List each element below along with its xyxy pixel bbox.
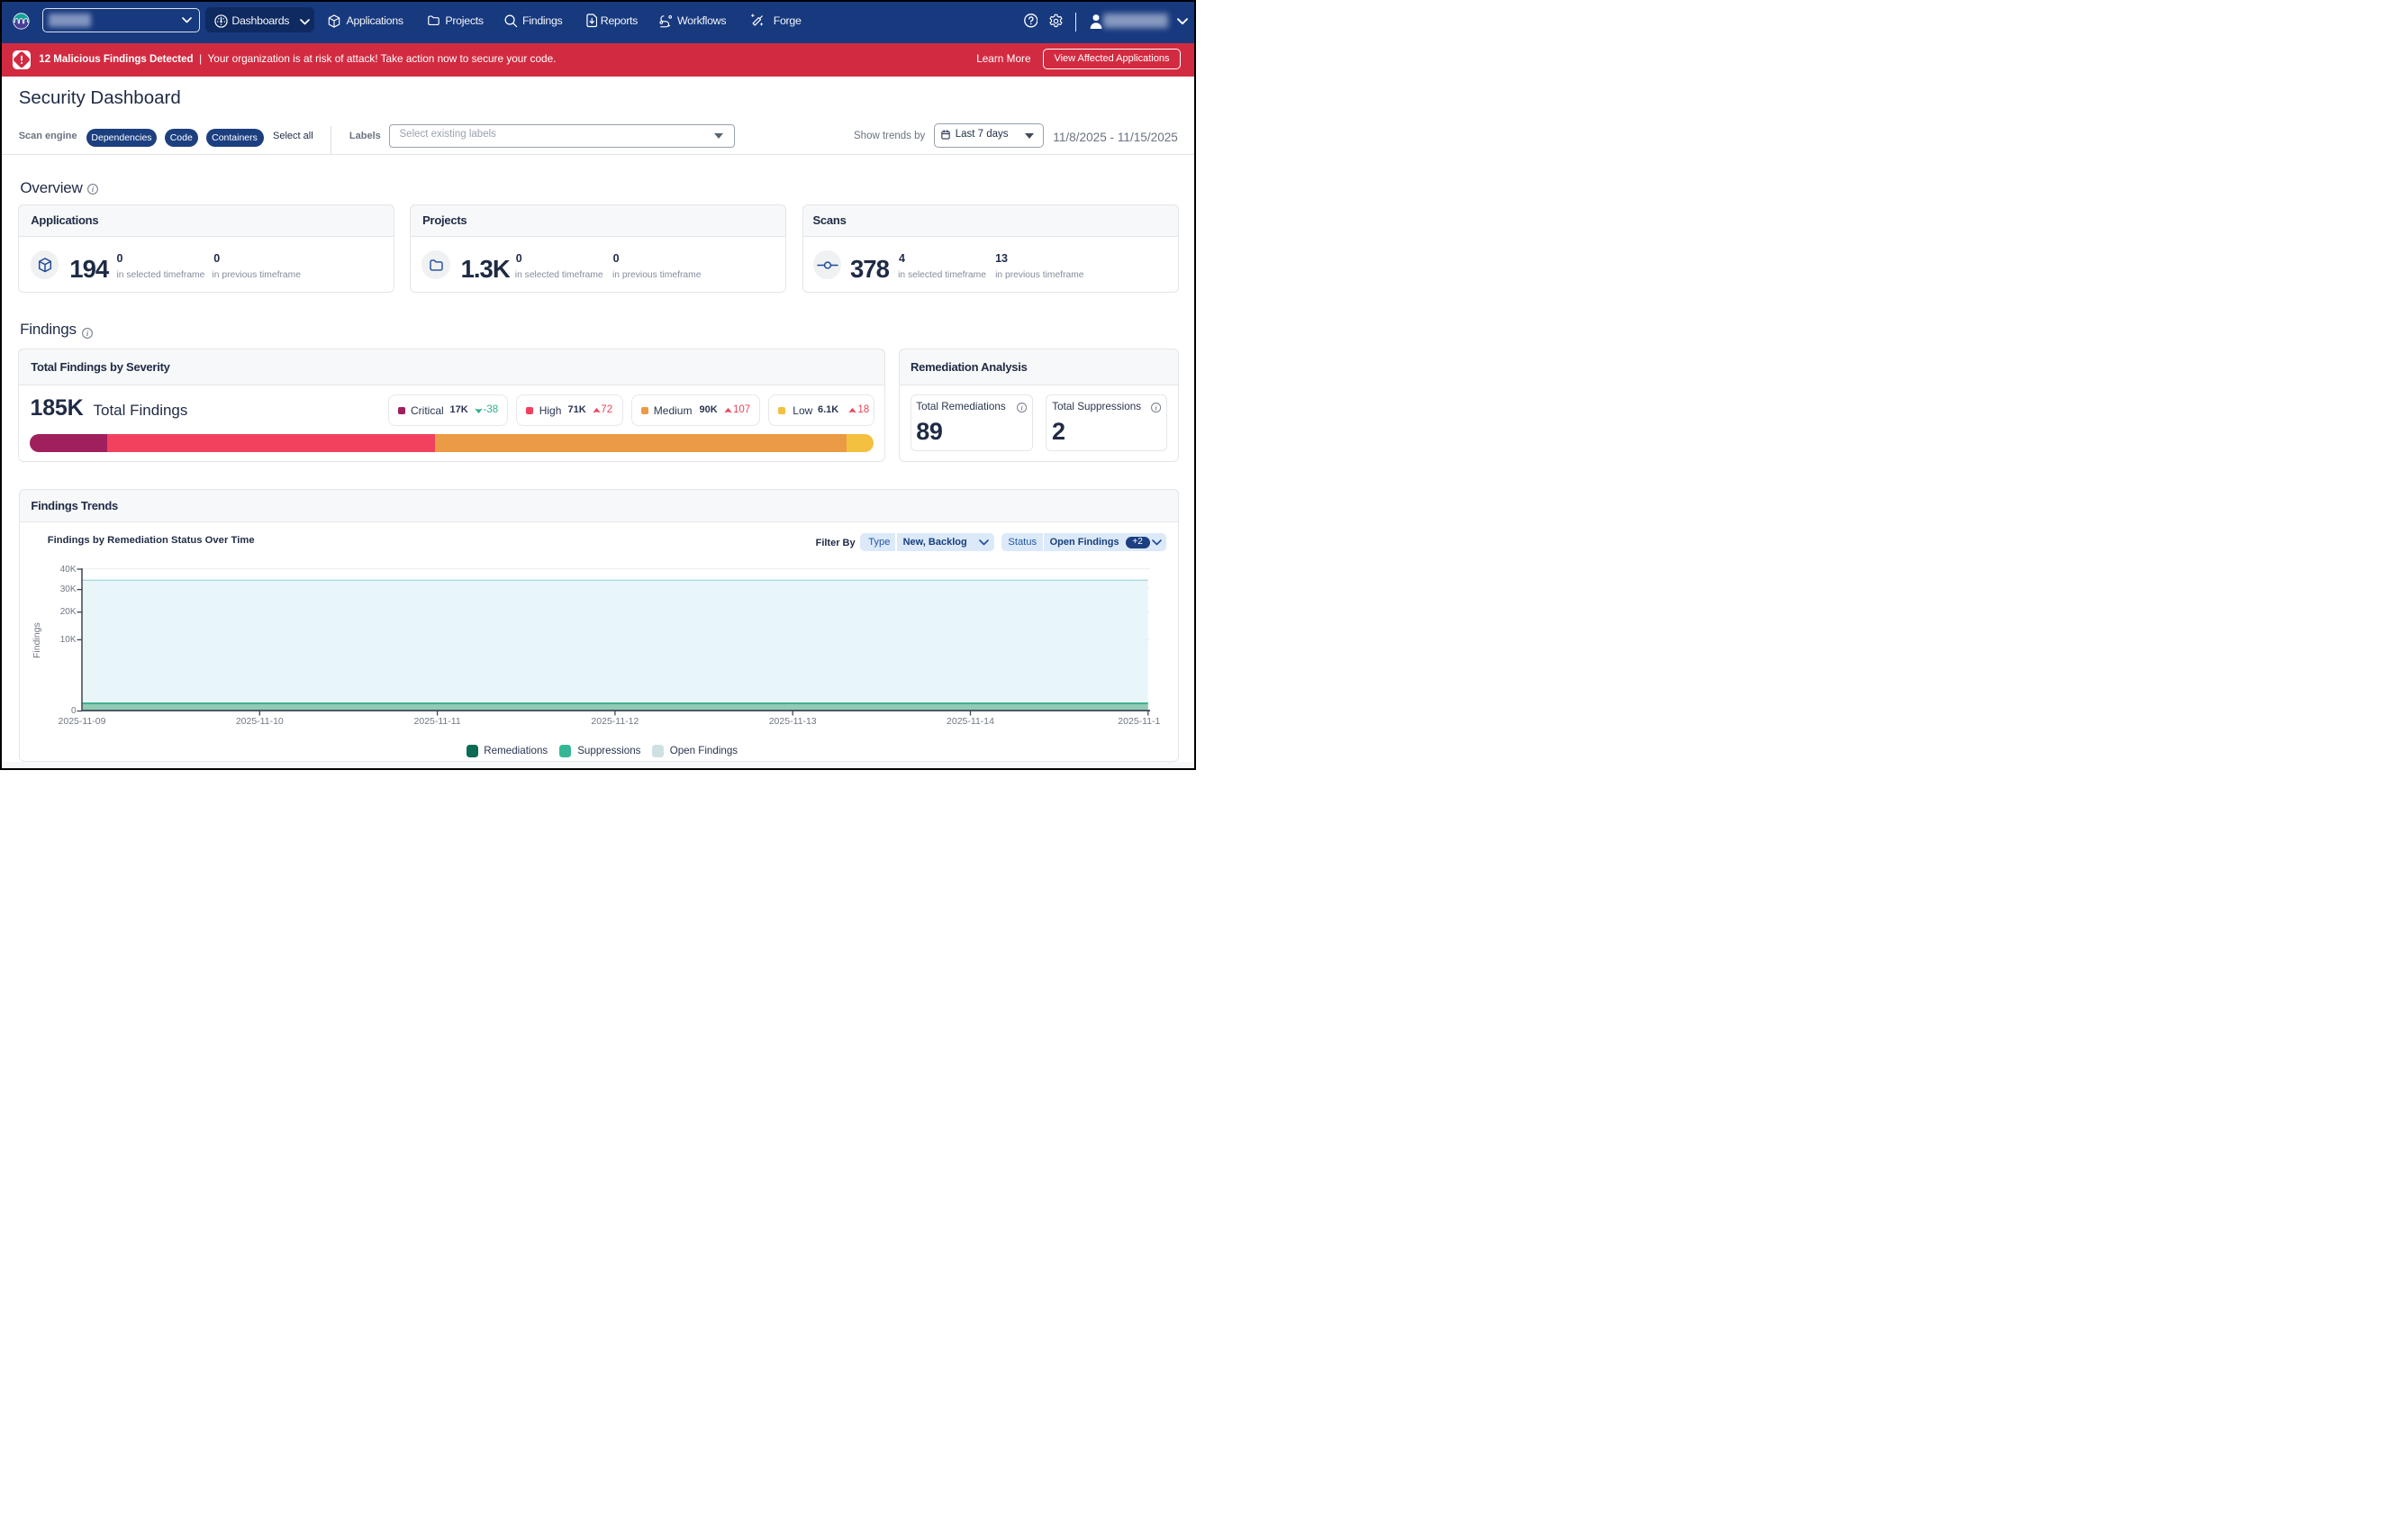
svg-text:i: i bbox=[1020, 403, 1023, 412]
svg-text:i: i bbox=[1155, 403, 1158, 412]
svg-text:i: i bbox=[91, 186, 94, 194]
svg-text:i: i bbox=[86, 330, 89, 338]
